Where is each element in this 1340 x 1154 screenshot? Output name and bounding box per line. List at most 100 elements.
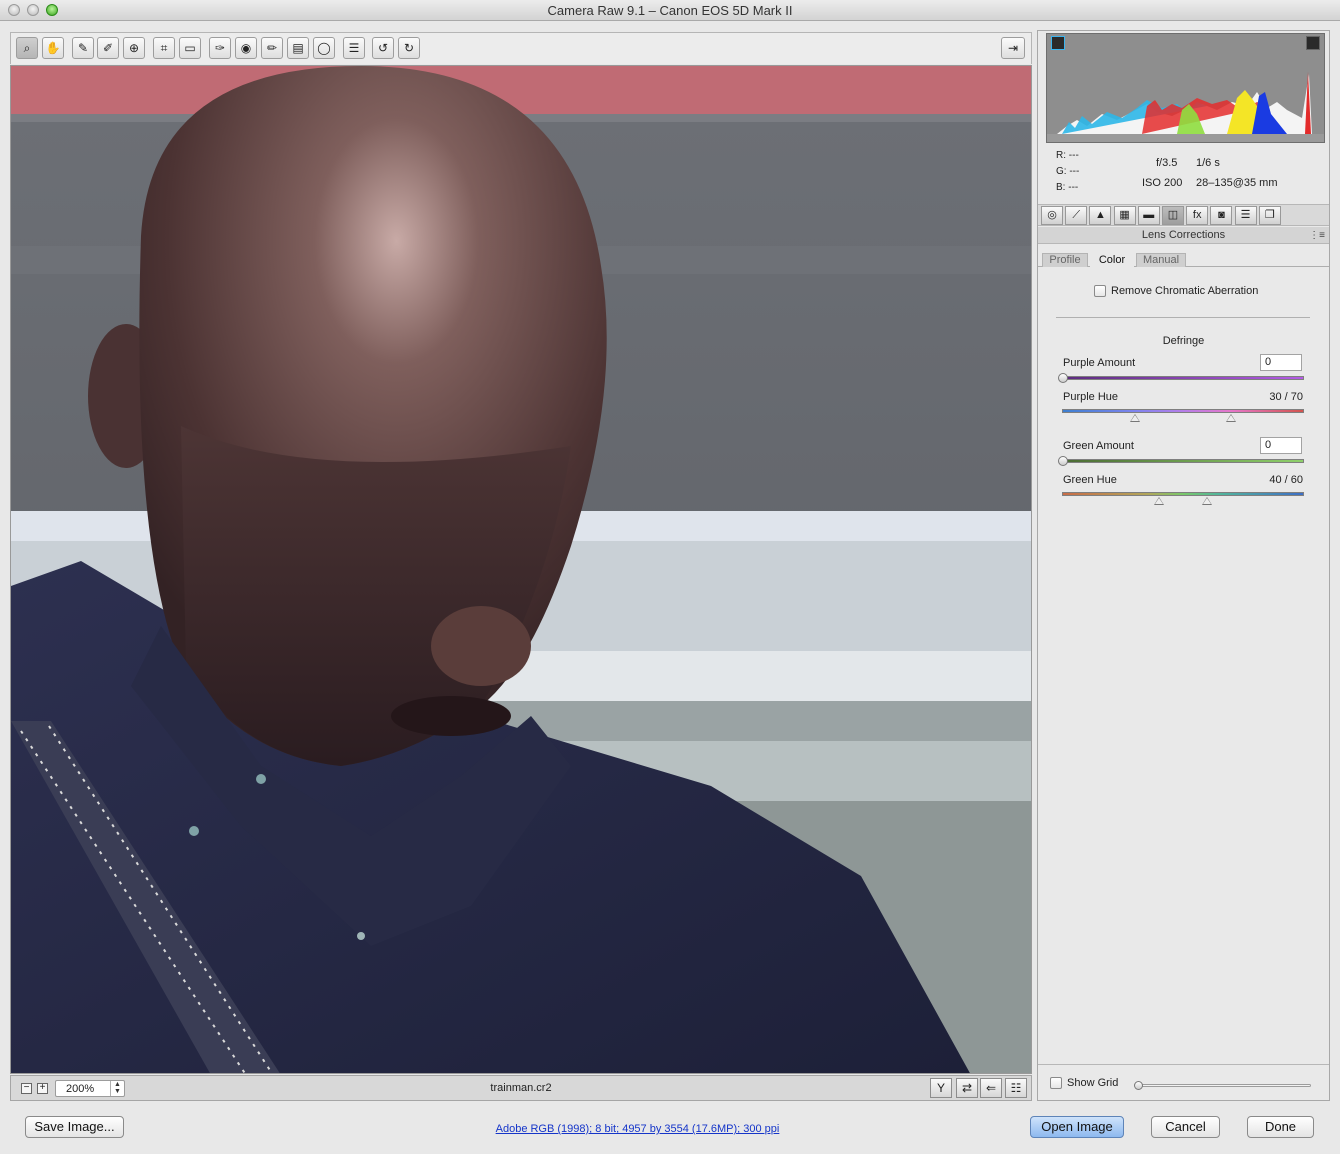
swap-settings-button[interactable]: ⇄ <box>956 1078 978 1098</box>
rotate-right-tool[interactable]: ↻ <box>398 37 420 59</box>
radial-filter-tool[interactable]: ◯ <box>313 37 335 59</box>
lens-subtabs: Profile Color Manual <box>1038 253 1329 267</box>
cancel-button[interactable]: Cancel <box>1151 1116 1220 1138</box>
graduated-filter-tool[interactable]: ▤ <box>287 37 309 59</box>
target-adjust-icon: ⊕ <box>128 41 140 55</box>
green-hue-value: 40 / 60 <box>1269 474 1303 486</box>
open-image-button[interactable]: Open Image <box>1030 1116 1124 1138</box>
show-grid-label: Show Grid <box>1067 1077 1119 1089</box>
purple-hue-track[interactable] <box>1062 409 1304 422</box>
done-button[interactable]: Done <box>1247 1116 1314 1138</box>
show-grid-toggle[interactable]: Show Grid <box>1050 1077 1118 1089</box>
tab-effects[interactable]: fx <box>1186 206 1209 225</box>
copy-settings-icon: ⇐ <box>985 1081 997 1095</box>
tab-detail[interactable]: ▲ <box>1089 206 1112 225</box>
purple-hue-value: 30 / 70 <box>1269 391 1303 403</box>
red-eye-tool[interactable]: ◉ <box>235 37 257 59</box>
green-hue-track[interactable] <box>1062 492 1304 505</box>
b-value: --- <box>1068 182 1079 193</box>
presets-icon: ☰ <box>1240 209 1251 221</box>
r-label: R: <box>1056 150 1066 161</box>
lens-icon: ◫ <box>1167 209 1179 221</box>
hand-tool[interactable]: ✋ <box>42 37 64 59</box>
remove-ca-checkbox[interactable] <box>1094 285 1106 297</box>
fullscreen-icon: ⇥ <box>1007 41 1019 55</box>
zoom-tool[interactable]: ⌕ <box>16 37 38 59</box>
show-grid-checkbox[interactable] <box>1050 1077 1062 1089</box>
hsl-icon: ▦ <box>1119 209 1130 221</box>
section-title-text: Lens Corrections <box>1141 229 1226 241</box>
spot-removal-icon: ✑ <box>214 41 226 55</box>
graduated-filter-icon: ▤ <box>292 41 304 55</box>
panel-menu-icon[interactable]: ⋮≡ <box>1309 228 1325 244</box>
purple-amount-slider-thumb[interactable] <box>1058 373 1068 383</box>
curve-icon: ⟋ <box>1072 209 1081 221</box>
tab-hsl[interactable]: ▦ <box>1113 206 1136 225</box>
settings-panel: R: --- G: --- B: --- f/3.5 1/6 s ISO 200… <box>1037 30 1330 1101</box>
fullscreen-button[interactable]: ⇥ <box>1001 37 1025 59</box>
g-value: --- <box>1069 166 1080 177</box>
panel-tabs: ◎ ⟋ ▲ ▦ ▬ ◫ fx ◙ ☰ ❐ <box>1038 204 1329 226</box>
color-sampler-tool[interactable]: ✐ <box>97 37 119 59</box>
window-titlebar: Camera Raw 9.1 – Canon EOS 5D Mark II <box>0 0 1340 21</box>
purple-hue-label: Purple Hue <box>1063 391 1119 403</box>
rotate-ccw-icon: ↺ <box>377 41 389 55</box>
grid-size-thumb[interactable] <box>1134 1081 1143 1090</box>
tab-split-toning[interactable]: ▬ <box>1137 206 1160 225</box>
purple-amount-label: Purple Amount <box>1063 357 1136 369</box>
remove-ca-label: Remove Chromatic Aberration <box>1111 285 1259 297</box>
crop-icon: ⌗ <box>160 40 168 55</box>
tab-lens-corrections[interactable]: ◫ <box>1162 206 1184 225</box>
tab-basic[interactable]: ◎ <box>1041 206 1063 225</box>
rotate-cw-icon: ↻ <box>403 41 415 55</box>
tab-snapshots[interactable]: ❐ <box>1258 206 1281 225</box>
green-amount-slider-thumb[interactable] <box>1058 456 1068 466</box>
purple-hue-low-thumb[interactable] <box>1130 414 1140 422</box>
image-preview[interactable] <box>10 65 1032 1074</box>
tab-camera-calibration[interactable]: ◙ <box>1210 206 1233 225</box>
purple-amount-input[interactable]: 0 <box>1260 354 1302 371</box>
straighten-tool[interactable]: ▭ <box>179 37 201 59</box>
shadow-clipping-warning[interactable] <box>1051 36 1065 50</box>
green-amount-track[interactable] <box>1058 456 1304 466</box>
copy-settings-button[interactable]: ⇐ <box>980 1078 1002 1098</box>
preview-status-bar: − + 200% ▲ ▼ trainman.cr2 Y ⇄ ⇐ ☷ <box>10 1075 1032 1101</box>
grid-size-slider[interactable] <box>1134 1081 1311 1090</box>
fx-icon: fx <box>1192 209 1202 221</box>
crop-tool[interactable]: ⌗ <box>153 37 175 59</box>
tab-tone-curve[interactable]: ⟋ <box>1065 206 1088 225</box>
purple-amount-track[interactable] <box>1058 373 1304 383</box>
aperture-value: f/3.5 <box>1156 157 1178 169</box>
g-label: G: <box>1056 166 1067 177</box>
subtab-profile[interactable]: Profile <box>1042 253 1088 267</box>
shutter-value: 1/6 s <box>1196 157 1220 169</box>
snapshots-icon: ❐ <box>1264 209 1275 221</box>
targeted-adjustment-tool[interactable]: ⊕ <box>123 37 145 59</box>
green-hue-low-thumb[interactable] <box>1154 497 1164 505</box>
adjustment-brush-tool[interactable]: ✏ <box>261 37 283 59</box>
highlight-clipping-warning[interactable] <box>1306 36 1320 50</box>
rotate-left-tool[interactable]: ↺ <box>372 37 394 59</box>
purple-hue-high-thumb[interactable] <box>1226 414 1236 422</box>
tab-presets[interactable]: ☰ <box>1234 206 1257 225</box>
magnifier-icon: ⌕ <box>23 40 31 55</box>
green-hue-high-thumb[interactable] <box>1202 497 1212 505</box>
lens-value: 28–135@35 mm <box>1196 177 1278 189</box>
list-icon: ☰ <box>348 41 360 55</box>
subtab-color[interactable]: Color <box>1090 253 1134 267</box>
toggle-settings-button[interactable]: ☷ <box>1005 1078 1027 1098</box>
subtab-manual[interactable]: Manual <box>1136 253 1186 267</box>
panel-section-title: Lens Corrections ⋮≡ <box>1038 227 1329 244</box>
remove-ca-row[interactable]: Remove Chromatic Aberration <box>1094 285 1258 297</box>
window-title: Camera Raw 9.1 – Canon EOS 5D Mark II <box>547 3 793 18</box>
before-after-view-button[interactable]: Y <box>930 1078 952 1098</box>
divider <box>1056 317 1310 318</box>
sampler-icon: ✐ <box>102 41 114 55</box>
file-name: trainman.cr2 <box>490 1082 552 1094</box>
spot-removal-tool[interactable]: ✑ <box>209 37 231 59</box>
iso-value: ISO 200 <box>1142 177 1183 189</box>
preferences-tool[interactable]: ☰ <box>343 37 365 59</box>
white-balance-tool[interactable]: ✎ <box>72 37 94 59</box>
eye-icon: ◉ <box>240 41 252 55</box>
green-amount-input[interactable]: 0 <box>1260 437 1302 454</box>
